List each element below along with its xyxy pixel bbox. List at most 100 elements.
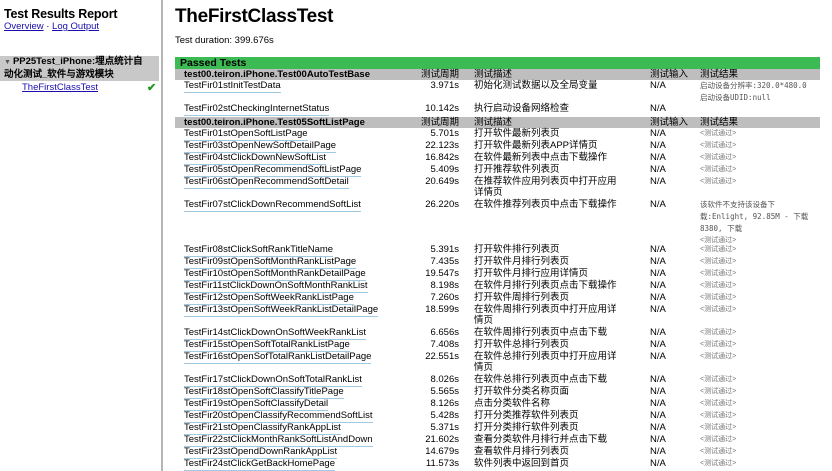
- test-name: TestFir01stInitTestData: [184, 80, 281, 93]
- test-result-line: <测试通过>: [700, 130, 737, 137]
- test-description: 在软件总排行列表页中点击下载: [474, 374, 608, 385]
- test-duration-cell: 5.565s: [430, 386, 459, 397]
- test-result-line: <测试通过>: [700, 341, 737, 348]
- test-result: <测试通过>: [700, 164, 815, 176]
- test-result-line: <测试通过>: [700, 294, 737, 301]
- test-result-line: <测试通过>: [700, 258, 737, 265]
- test-description: 打开软件最新列表页: [474, 128, 560, 139]
- test-input: N/A: [650, 199, 666, 210]
- test-result: <测试通过>: [700, 351, 815, 363]
- sidebar-links: Overview · Log Output: [4, 21, 99, 32]
- col-input-header: 测试输入: [650, 69, 689, 80]
- test-input: N/A: [650, 176, 666, 187]
- test-description: 点击分类软件名称: [474, 398, 551, 409]
- test-result-line: <测试通过>: [700, 246, 737, 253]
- overview-link[interactable]: Overview: [4, 21, 44, 32]
- test-input: N/A: [650, 292, 666, 303]
- sidebar: Test Results Report Overview · Log Outpu…: [0, 0, 163, 471]
- test-description: 打开软件最新列表APP详情页: [474, 140, 598, 151]
- test-duration-cell: 20.649s: [425, 176, 459, 187]
- test-description: 打开软件总排行列表页: [474, 339, 570, 350]
- report-title: Test Results Report: [4, 7, 118, 21]
- group-header-row: test00.teiron.iPhone.Test05SoftListPage 测…: [175, 117, 820, 128]
- test-duration-cell: 6.656s: [430, 327, 459, 338]
- test-description: 在软件月排行列表页点击下载操作: [474, 280, 617, 291]
- test-input: N/A: [650, 164, 666, 175]
- link-separator: ·: [46, 21, 50, 32]
- test-duration-cell: 11.573s: [425, 458, 459, 469]
- test-description: 打开软件排行列表页: [474, 244, 560, 255]
- test-result: <测试通过>: [700, 292, 815, 304]
- test-result: <测试通过>: [700, 410, 815, 422]
- test-result-line: <测试通过>: [700, 329, 737, 336]
- test-result: <测试通过>: [700, 398, 815, 410]
- test-input: N/A: [650, 152, 666, 163]
- test-input: N/A: [650, 304, 666, 315]
- test-input: N/A: [650, 398, 666, 409]
- test-description: 软件列表中返回到首页: [474, 458, 570, 469]
- test-result: <测试通过>: [700, 152, 815, 164]
- col-result-header: 测试结果: [700, 69, 739, 80]
- test-duration-cell: 7.260s: [430, 292, 459, 303]
- suite-item[interactable]: ▼ PP25Test_iPhone:埋点统计自 动化测试_软件与游戏模块: [0, 56, 159, 81]
- test-case-link[interactable]: TheFirstClassTest: [22, 82, 98, 93]
- test-name: TestFir16stOpenSofTotalRankListDetailPag…: [184, 351, 372, 364]
- test-duration-cell: 5.701s: [430, 128, 459, 139]
- test-result-line: <测试通过>: [700, 424, 737, 431]
- test-input: N/A: [650, 128, 666, 139]
- test-duration-cell: 8.026s: [430, 374, 459, 385]
- test-duration-cell: 19.547s: [425, 268, 459, 279]
- test-description: 查看分类软件月排行并点击下载: [474, 434, 608, 445]
- group-name: test00.teiron.iPhone.Test00AutoTestBase: [184, 69, 371, 80]
- test-input: N/A: [650, 458, 666, 469]
- page-title: TheFirstClassTest: [175, 6, 334, 27]
- test-duration-cell: 5.391s: [430, 244, 459, 255]
- test-result: <测试通过>: [700, 280, 815, 292]
- test-description: 在软件总排行列表页中打开应用详情页: [474, 351, 617, 373]
- test-result: <测试通过>: [700, 268, 815, 280]
- test-description: 初始化测试数据以及全局变量: [474, 80, 598, 91]
- test-description: 查看软件月排行列表页: [474, 446, 570, 457]
- test-description: 在软件周排行列表页中点击下载: [474, 327, 608, 338]
- test-result: 该软件不支持该设备下 载:Enlight, 92.85M - 下载 8380, 下载…: [700, 199, 815, 247]
- test-result-line: <测试通过>: [700, 460, 737, 467]
- collapse-triangle-icon[interactable]: ▼: [4, 59, 11, 66]
- test-duration-cell: 5.371s: [430, 422, 459, 433]
- test-result-line: <测试通过>: [700, 270, 737, 277]
- test-result: <测试通过>: [700, 386, 815, 398]
- test-duration-cell: 16.842s: [425, 152, 459, 163]
- test-result: <测试通过>: [700, 446, 815, 458]
- col-result-header: 测试结果: [700, 117, 739, 128]
- suite-name-line1: PP25Test_iPhone:埋点统计自: [12, 56, 143, 67]
- test-description: 打开推荐软件列表页: [474, 164, 560, 175]
- test-duration: Test duration: 399.676s: [175, 35, 274, 46]
- col-duration-header: 测试周期: [420, 117, 459, 128]
- test-duration-cell: 22.123s: [425, 140, 459, 151]
- test-input: N/A: [650, 374, 666, 385]
- test-description: 在推荐软件应用列表页中打开应用详情页: [474, 176, 617, 198]
- test-name: TestFir24stClickGetBackHomePage: [184, 458, 335, 471]
- test-input: N/A: [650, 244, 666, 255]
- log-output-link[interactable]: Log Output: [52, 21, 99, 32]
- test-input: N/A: [650, 446, 666, 457]
- test-description: 执行启动设备网络检查: [474, 103, 570, 114]
- test-result: <测试通过>: [700, 434, 815, 446]
- test-name: TestFir07stClickDownRecommendSoftList: [184, 199, 361, 212]
- test-result-line: <测试通过>: [700, 400, 737, 407]
- test-result: <测试通过>: [700, 304, 815, 316]
- test-duration-cell: 7.408s: [430, 339, 459, 350]
- test-duration-cell: 8.198s: [430, 280, 459, 291]
- test-result-line: <测试通过>: [700, 353, 737, 360]
- test-duration-cell: 18.599s: [425, 304, 459, 315]
- test-input: N/A: [650, 280, 666, 291]
- test-description: 打开软件月排行应用详情页: [474, 268, 589, 279]
- test-duration-cell: 26.220s: [425, 199, 459, 210]
- group-name: test00.teiron.iPhone.Test05SoftListPage: [184, 117, 365, 128]
- test-result-line: 启动设备UDID:null: [700, 93, 771, 102]
- test-input: N/A: [650, 140, 666, 151]
- test-duration-cell: 5.428s: [430, 410, 459, 421]
- test-result: <测试通过>: [700, 256, 815, 268]
- test-duration-cell: 14.679s: [425, 446, 459, 457]
- test-result-line: <测试通过>: [700, 282, 737, 289]
- test-description: 打开软件分类名称页面: [474, 386, 570, 397]
